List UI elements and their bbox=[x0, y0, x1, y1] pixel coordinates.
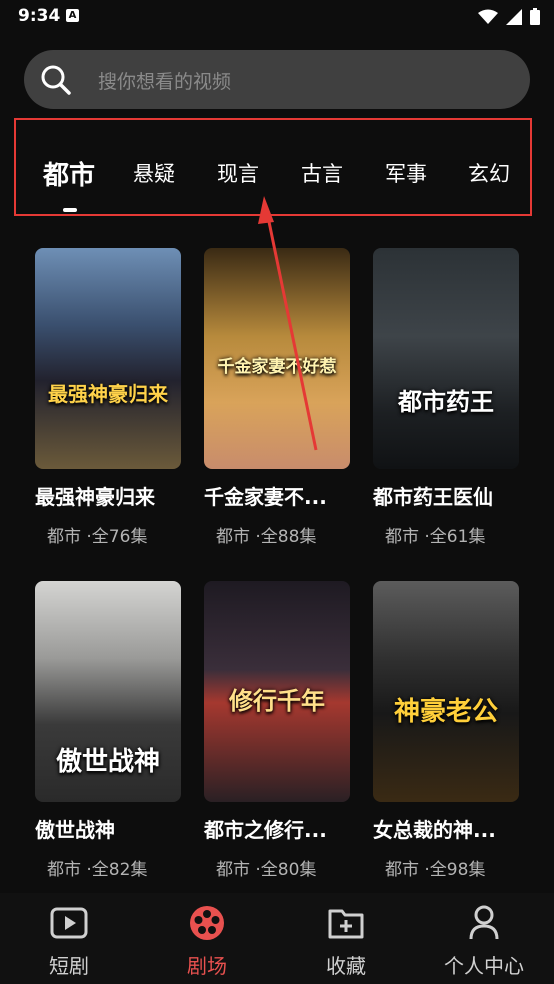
show-card[interactable]: 都市药王 都市药王医仙 都市 ·全61集 bbox=[373, 248, 523, 547]
poster-title-art: 神豪老公 bbox=[393, 697, 498, 727]
nav-label: 个人中心 bbox=[444, 954, 524, 978]
show-meta: 都市 ·全98集 bbox=[385, 860, 486, 880]
show-title: 千金家妻不... bbox=[204, 485, 327, 509]
search-bar[interactable]: 搜你想看的视频 bbox=[24, 50, 530, 109]
status-time: 9:34 bbox=[18, 6, 61, 26]
show-meta: 都市 ·全76集 bbox=[47, 527, 148, 547]
show-card[interactable]: 神豪老公 女总裁的神... 都市 ·全98集 bbox=[373, 581, 523, 880]
film-reel-icon bbox=[190, 906, 224, 940]
show-poster[interactable]: 修行千年 bbox=[204, 581, 350, 802]
notification-icon: A bbox=[66, 9, 79, 22]
person-icon bbox=[469, 905, 499, 940]
show-title: 傲世战神 bbox=[35, 818, 115, 842]
battery-icon bbox=[530, 8, 540, 25]
show-meta: 都市 ·全61集 bbox=[385, 527, 486, 547]
poster-title-art: 都市药王 bbox=[398, 388, 494, 416]
show-title: 女总裁的神... bbox=[373, 818, 496, 842]
bottom-nav: 短剧 剧场 收藏 个人中心 bbox=[0, 893, 554, 984]
show-card[interactable]: 最强神豪归来 最强神豪归来 都市 ·全76集 bbox=[35, 248, 185, 547]
play-icon bbox=[50, 907, 88, 939]
tab-xianyan[interactable]: 现言 bbox=[217, 158, 259, 188]
tab-guyan[interactable]: 古言 bbox=[301, 158, 343, 188]
nav-juchang[interactable]: 剧场 bbox=[152, 903, 262, 979]
search-placeholder: 搜你想看的视频 bbox=[98, 71, 232, 93]
nav-label: 剧场 bbox=[187, 954, 227, 978]
poster-title-art: 傲世战神 bbox=[55, 747, 160, 777]
show-meta: 都市 ·全80集 bbox=[216, 860, 317, 880]
show-poster[interactable]: 神豪老公 bbox=[373, 581, 519, 802]
nav-duanju[interactable]: 短剧 bbox=[14, 903, 124, 979]
poster-title-art: 最强神豪归来 bbox=[48, 382, 168, 406]
wifi-icon bbox=[478, 9, 498, 24]
category-tabs: 都市 悬疑 现言 古言 军事 玄幻 bbox=[14, 118, 532, 216]
show-meta: 都市 ·全82集 bbox=[47, 860, 148, 880]
search-icon bbox=[41, 65, 71, 95]
show-poster[interactable]: 傲世战神 bbox=[35, 581, 181, 802]
tab-dushi[interactable]: 都市 bbox=[43, 155, 95, 192]
status-bar: 9:34 A bbox=[0, 0, 554, 34]
tab-xuanhuan[interactable]: 玄幻 bbox=[468, 158, 510, 188]
show-card[interactable]: 傲世战神 傲世战神 都市 ·全82集 bbox=[35, 581, 185, 880]
nav-shoucang[interactable]: 收藏 bbox=[291, 903, 401, 979]
status-icons bbox=[478, 8, 540, 25]
show-poster[interactable]: 千金家妻不好惹 bbox=[204, 248, 350, 469]
folder-add-icon bbox=[328, 909, 364, 939]
show-poster[interactable]: 最强神豪归来 bbox=[35, 248, 181, 469]
show-meta: 都市 ·全88集 bbox=[216, 527, 317, 547]
signal-icon bbox=[506, 8, 522, 25]
poster-title-art: 千金家妻不好惹 bbox=[217, 357, 337, 377]
show-title: 都市药王医仙 bbox=[373, 485, 493, 509]
poster-title-art: 修行千年 bbox=[229, 687, 325, 715]
show-poster[interactable]: 都市药王 bbox=[373, 248, 519, 469]
nav-label: 收藏 bbox=[326, 954, 366, 978]
show-title: 都市之修行... bbox=[204, 818, 327, 842]
tab-xuanyi[interactable]: 悬疑 bbox=[133, 158, 175, 188]
tab-active-indicator bbox=[63, 208, 77, 212]
nav-label: 短剧 bbox=[49, 954, 89, 978]
nav-gerenzhongxin[interactable]: 个人中心 bbox=[429, 903, 539, 979]
show-card[interactable]: 千金家妻不好惹 千金家妻不... 都市 ·全88集 bbox=[204, 248, 354, 547]
tab-junshi[interactable]: 军事 bbox=[385, 158, 427, 188]
show-card[interactable]: 修行千年 都市之修行... 都市 ·全80集 bbox=[204, 581, 354, 880]
show-title: 最强神豪归来 bbox=[35, 485, 155, 509]
